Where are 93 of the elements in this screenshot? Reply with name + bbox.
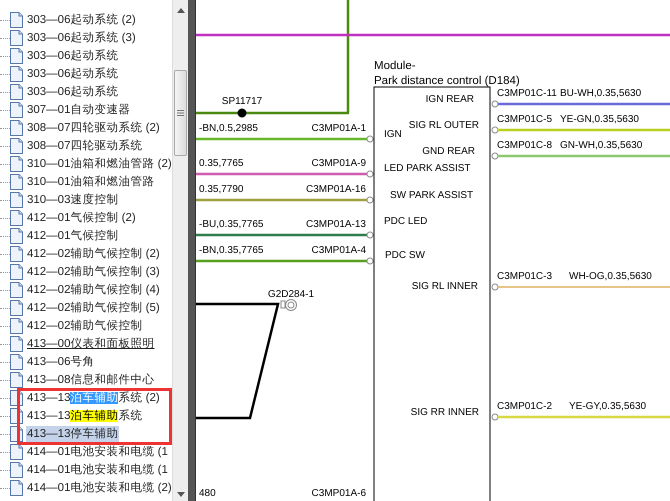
- document-icon: [10, 120, 23, 136]
- tree-item[interactable]: 303—06起动系统 (2): [26, 12, 137, 28]
- scroll-up-icon[interactable]: [177, 8, 185, 13]
- document-icon: [10, 30, 23, 46]
- tree-item[interactable]: 412—01气候控制: [26, 228, 120, 244]
- connector-label: C3MP01C-3: [497, 271, 552, 282]
- connector-label: C3MP01C-11: [497, 88, 557, 99]
- tree-item[interactable]: 413—13停车辅助: [26, 426, 120, 442]
- connector-label: C3MP01A-1: [312, 123, 366, 134]
- document-icon: [10, 48, 23, 64]
- connector-label: C3MP01A-16: [306, 184, 366, 195]
- tree-item[interactable]: 412—02辅助气候控制: [26, 318, 144, 334]
- document-icon: [10, 318, 23, 334]
- scroll-down-icon[interactable]: [177, 492, 185, 497]
- tree-item[interactable]: 307—01自动变速器: [26, 102, 132, 118]
- document-icon: [10, 336, 23, 352]
- wire-spec: -BN,0.35,7765: [199, 245, 264, 256]
- wire-spec: BU-WH,0.35,5630: [560, 88, 642, 99]
- tree-item[interactable]: 413—06号角: [26, 354, 96, 370]
- wire-spec: WH-OG,0.35,5630: [569, 271, 652, 282]
- tree-item[interactable]: 413—13泊车辅助系统 (2): [26, 390, 161, 406]
- tree-item[interactable]: 413—08信息和邮件中心: [26, 372, 156, 388]
- pin-label: PDC SW: [385, 250, 425, 261]
- connector-label: C3MP01C-5: [497, 114, 552, 125]
- wire-spec: -BN,0.5,2985: [199, 123, 258, 134]
- connector-label: C3MP01A-4: [312, 245, 366, 256]
- document-icon: [10, 282, 23, 298]
- scroll-thumb[interactable]: [174, 70, 187, 156]
- document-icon: [10, 102, 23, 118]
- wire-spec: -BU,0.35,7765: [199, 219, 264, 230]
- document-icon: [10, 12, 23, 28]
- tree-item[interactable]: 310—01油箱和燃油管路 (2): [26, 156, 172, 172]
- document-icon: [10, 372, 23, 388]
- document-icon: [10, 354, 23, 370]
- document-icon: [10, 156, 23, 172]
- document-icon: [10, 192, 23, 208]
- tree-item[interactable]: 303—06起动系统: [26, 48, 120, 64]
- tree-item[interactable]: 303—06起动系统: [26, 84, 120, 100]
- tree-item[interactable]: 412—02辅助气候控制 (5): [26, 300, 161, 316]
- document-icon: [10, 210, 23, 226]
- tree-item[interactable]: 412—02辅助气候控制 (4): [26, 282, 161, 298]
- pin-label: SIG RL INNER: [412, 281, 478, 292]
- document-icon: [10, 264, 23, 280]
- document-icon: [10, 246, 23, 262]
- tree-item[interactable]: 412—01气候控制 (2): [26, 210, 137, 226]
- wire-spec: 0.35,7765: [199, 158, 244, 169]
- wire-spec: 480: [199, 488, 216, 499]
- scrollbar[interactable]: [172, 0, 188, 501]
- document-icon: [10, 66, 23, 82]
- document-icon: [10, 444, 23, 460]
- document-icon: [10, 138, 23, 154]
- connector-label: C3MP01C-2: [497, 401, 552, 412]
- tree-item[interactable]: 412—02辅助气候控制 (3): [26, 264, 161, 280]
- ground-symbol: [280, 299, 297, 311]
- wire-spec: 0.35,7790: [199, 184, 244, 195]
- document-icon: [10, 84, 23, 100]
- wire-spec: GN-WH,0.35,5630: [560, 140, 642, 151]
- document-icon: [10, 228, 23, 244]
- splice-label: SP11717: [222, 96, 262, 107]
- tree-item[interactable]: 310—01油箱和燃油管路: [26, 174, 156, 190]
- tree-item[interactable]: 413—00仪表和面板照明: [26, 336, 156, 352]
- tree-item[interactable]: 303—06起动系统: [26, 66, 120, 82]
- document-icon: [10, 300, 23, 316]
- splice-dot: [238, 108, 246, 118]
- connector-label: C3MP01A-13: [306, 219, 366, 230]
- tree-item[interactable]: 414—01电池安装和电缆 (1: [26, 462, 169, 478]
- tree-item[interactable]: 413—13泊车辅助系统: [26, 408, 144, 424]
- tree-item[interactable]: 414—01电池安装和电缆 (2): [26, 480, 172, 496]
- pin-label: SW PARK ASSIST: [390, 190, 474, 201]
- pin-label: IGN REAR: [426, 94, 474, 105]
- pin-label: PDC LED: [384, 216, 428, 227]
- document-icon: [10, 174, 23, 190]
- tree-item[interactable]: 310—03速度控制: [26, 192, 120, 208]
- connector-label: C3MP01A-9: [312, 158, 366, 169]
- pin-label: GND REAR: [422, 146, 475, 157]
- pin-label: SIG RR INNER: [410, 407, 479, 418]
- tree-item[interactable]: 414—01电池安装和电缆 (1: [26, 444, 169, 460]
- wire-spec: YE-GY,0.35,5630: [569, 401, 646, 412]
- connector-label: C3MP01C-8: [497, 140, 552, 151]
- pin-label: SIG RL OUTER: [408, 120, 479, 131]
- tree-item[interactable]: 412—02辅助气候控制 (2): [26, 246, 161, 262]
- tree-item[interactable]: 308—07四轮驱动系统: [26, 138, 144, 154]
- wire-spec: YE-GN,0.35,5630: [560, 114, 639, 125]
- pin-label: LED PARK ASSIST: [384, 163, 471, 174]
- tree-item[interactable]: 308—07四轮驱动系统 (2): [26, 120, 161, 136]
- module-title: Park distance control (D184): [374, 75, 520, 87]
- document-icon: [10, 462, 23, 478]
- document-icon: [10, 480, 23, 496]
- pin-label: IGN: [384, 129, 402, 140]
- tree-item[interactable]: 303—06起动系统 (3): [26, 30, 137, 46]
- module-title: Module-: [374, 60, 416, 72]
- connector-label: C3MP01A-6: [312, 488, 366, 499]
- ground-label: G2D284-1: [268, 289, 314, 300]
